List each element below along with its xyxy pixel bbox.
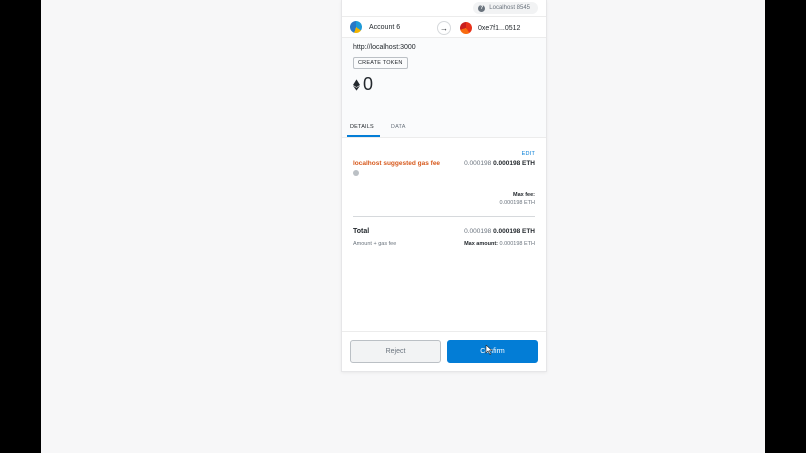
gas-fee-secondary: 0.000198: [464, 160, 492, 167]
account-bar: Account 6 → 0xe7f1...0512: [342, 16, 546, 38]
help-icon: ?: [478, 4, 486, 12]
tabs: DETAILS DATA: [342, 124, 420, 137]
gas-fee-values: 0.000198 0.000198 ETH: [464, 160, 535, 176]
sender-avatar-icon: [350, 21, 362, 33]
total-sub-row: Amount + gas fee Max amount: 0.000198 ET…: [353, 241, 535, 247]
sender-name: Account 6: [369, 23, 401, 31]
gas-fee-primary: 0.000198 ETH: [493, 160, 535, 167]
metamask-confirm-popup: ? Localhost 8545 Account 6 → 0xe7f1...05…: [341, 0, 547, 372]
network-row: ? Localhost 8545: [342, 0, 546, 16]
max-fee-value: 0.000198 ETH: [499, 200, 535, 206]
max-amount-label: Max amount:: [464, 241, 498, 247]
tab-details[interactable]: DETAILS: [347, 124, 380, 137]
gas-fee-label: localhost suggested gas fee: [353, 160, 441, 167]
reject-button[interactable]: Reject: [350, 340, 441, 363]
gas-fee-row: localhost suggested gas fee 0.000198 0.0…: [353, 160, 535, 176]
method-badge: CREATE TOKEN: [353, 57, 408, 69]
recipient-account[interactable]: 0xe7f1...0512: [460, 22, 520, 34]
recipient-address: 0xe7f1...0512: [478, 24, 521, 32]
total-sub-label: Amount + gas fee: [353, 241, 397, 247]
info-icon[interactable]: [353, 170, 359, 176]
details-panel: EDIT localhost suggested gas fee 0.00019…: [342, 138, 546, 247]
max-amount-value: 0.000198 ETH: [499, 241, 535, 247]
total-row: Total 0.000198 0.000198 ETH: [353, 228, 535, 235]
total-secondary: 0.000198: [464, 228, 492, 235]
page-background: ? Localhost 8545 Account 6 → 0xe7f1...05…: [41, 0, 765, 453]
tab-data[interactable]: DATA: [388, 124, 412, 137]
max-fee-label: Max fee:: [512, 192, 535, 198]
ethereum-icon: [353, 78, 360, 91]
arrow-right-icon: →: [437, 21, 451, 35]
total-primary: 0.000198 ETH: [493, 228, 535, 235]
mouse-cursor-icon: [485, 345, 493, 355]
edit-gas-link[interactable]: EDIT: [522, 151, 535, 157]
total-label: Total: [353, 228, 370, 235]
letterbox-left: [0, 0, 41, 453]
network-label: Localhost 8545: [489, 5, 530, 11]
recipient-avatar-icon: [460, 22, 472, 34]
letterbox-right: [765, 0, 806, 453]
origin-url: http://localhost:3000: [353, 44, 416, 51]
sender-account[interactable]: Account 6: [342, 21, 430, 33]
confirm-button[interactable]: Confirm: [447, 340, 538, 363]
divider: [353, 216, 535, 217]
footer-actions: Reject Confirm: [342, 331, 546, 371]
network-selector[interactable]: ? Localhost 8545: [473, 2, 538, 14]
max-fee: Max fee: 0.000198 ETH: [353, 191, 535, 207]
transaction-summary: http://localhost:3000 CREATE TOKEN 0 DET…: [342, 38, 546, 138]
amount-value: 0: [363, 74, 374, 94]
amount-row: 0: [353, 74, 535, 95]
